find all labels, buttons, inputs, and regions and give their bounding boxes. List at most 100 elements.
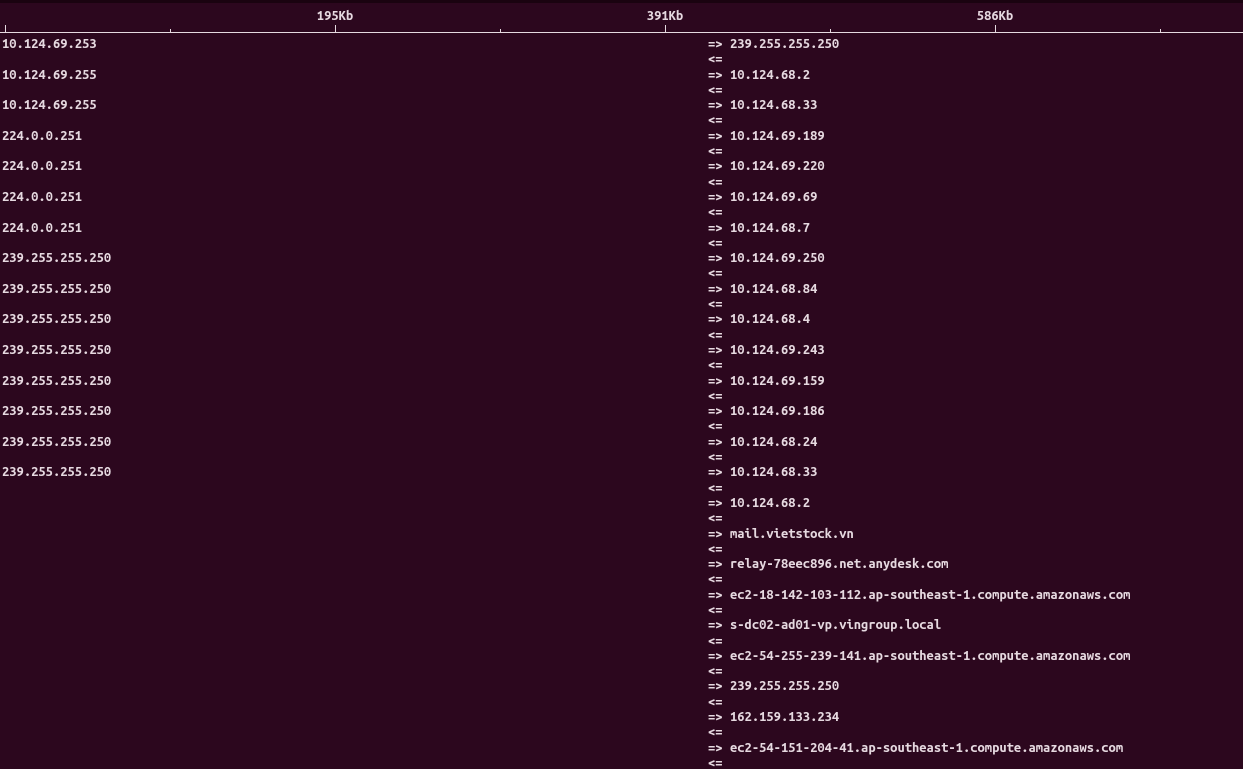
arrow-out-icon: => bbox=[708, 190, 730, 205]
arrow-out-icon: => bbox=[708, 527, 730, 542]
connection-row: 239.255.255.250=>10.124.68.33 bbox=[0, 465, 1243, 480]
source-host: 239.255.255.250 bbox=[0, 465, 708, 480]
connection-row: =>ec2-18-142-103-112.ap-southeast-1.comp… bbox=[0, 588, 1243, 603]
destination-host: s-dc02-ad01-vp.vingroup.local bbox=[730, 618, 1243, 633]
destination-host: 10.124.68.84 bbox=[730, 282, 1243, 297]
arrow-in-icon: <= bbox=[708, 266, 730, 281]
destination-host: 10.124.68.4 bbox=[730, 312, 1243, 327]
destination-host: 10.124.68.24 bbox=[730, 435, 1243, 450]
arrow-in-icon: <= bbox=[708, 328, 730, 343]
terminal-window: { "scale": { "ticks": [ { "pos": 5, "lab… bbox=[0, 0, 1243, 769]
connection-row-back: <= bbox=[0, 297, 1243, 312]
connection-row: =>ec2-54-255-239-141.ap-southeast-1.comp… bbox=[0, 649, 1243, 664]
arrow-out-icon: => bbox=[708, 37, 730, 52]
arrow-out-icon: => bbox=[708, 465, 730, 480]
source-host: 239.255.255.250 bbox=[0, 343, 708, 358]
source-host-blank bbox=[0, 297, 708, 312]
connection-row: 239.255.255.250=>10.124.69.159 bbox=[0, 374, 1243, 389]
connection-row-back: <= bbox=[0, 205, 1243, 220]
source-host-blank bbox=[0, 52, 708, 67]
connection-row: =>relay-78eec896.net.anydesk.com bbox=[0, 557, 1243, 572]
source-host-blank bbox=[0, 266, 708, 281]
arrow-out-icon: => bbox=[708, 679, 730, 694]
source-host: 239.255.255.250 bbox=[0, 404, 708, 419]
destination-host: 162.159.133.234 bbox=[730, 710, 1243, 725]
source-host bbox=[0, 588, 708, 603]
destination-host: 10.124.69.250 bbox=[730, 251, 1243, 266]
arrow-in-icon: <= bbox=[708, 603, 730, 618]
connection-row-back: <= bbox=[0, 725, 1243, 740]
connection-row: =>162.159.133.234 bbox=[0, 710, 1243, 725]
arrow-in-icon: <= bbox=[708, 389, 730, 404]
connection-row-back: <= bbox=[0, 266, 1243, 281]
destination-host: 10.124.69.186 bbox=[730, 404, 1243, 419]
source-host-blank bbox=[0, 481, 708, 496]
scale-tick bbox=[665, 25, 666, 33]
source-host bbox=[0, 649, 708, 664]
destination-host-blank bbox=[730, 695, 1243, 710]
source-host-blank bbox=[0, 175, 708, 190]
source-host: 224.0.0.251 bbox=[0, 159, 708, 174]
source-host-blank bbox=[0, 419, 708, 434]
destination-host: 10.124.69.189 bbox=[730, 129, 1243, 144]
source-host: 10.124.69.255 bbox=[0, 98, 708, 113]
scale-tick bbox=[170, 29, 171, 33]
destination-host: 10.124.69.220 bbox=[730, 159, 1243, 174]
connection-row: =>mail.vietstock.vn bbox=[0, 527, 1243, 542]
arrow-out-icon: => bbox=[708, 710, 730, 725]
arrow-out-icon: => bbox=[708, 282, 730, 297]
destination-host: relay-78eec896.net.anydesk.com bbox=[730, 557, 1243, 572]
connection-row: 239.255.255.250=>10.124.68.4 bbox=[0, 312, 1243, 327]
connection-row: 239.255.255.250=>10.124.68.24 bbox=[0, 435, 1243, 450]
destination-host: 10.124.68.7 bbox=[730, 221, 1243, 236]
arrow-out-icon: => bbox=[708, 374, 730, 389]
scale-tick bbox=[335, 25, 336, 33]
source-host-blank bbox=[0, 572, 708, 587]
arrow-in-icon: <= bbox=[708, 205, 730, 220]
destination-host: ec2-54-255-239-141.ap-southeast-1.comput… bbox=[730, 649, 1243, 664]
connection-row: 10.124.69.255=>10.124.68.33 bbox=[0, 98, 1243, 113]
connection-row: 239.255.255.250=>10.124.69.243 bbox=[0, 343, 1243, 358]
arrow-out-icon: => bbox=[708, 68, 730, 83]
destination-host-blank bbox=[730, 664, 1243, 679]
source-host-blank bbox=[0, 358, 708, 373]
scale-label: 586Kb bbox=[977, 9, 1013, 23]
connection-row-back: <= bbox=[0, 83, 1243, 98]
arrow-in-icon: <= bbox=[708, 236, 730, 251]
scale-tick bbox=[830, 29, 831, 33]
source-host: 239.255.255.250 bbox=[0, 282, 708, 297]
destination-host-blank bbox=[730, 450, 1243, 465]
arrow-in-icon: <= bbox=[708, 725, 730, 740]
source-host-blank bbox=[0, 144, 708, 159]
arrow-out-icon: => bbox=[708, 557, 730, 572]
source-host bbox=[0, 679, 708, 694]
source-host: 10.124.69.253 bbox=[0, 37, 708, 52]
source-host-blank bbox=[0, 83, 708, 98]
destination-host: 10.124.68.33 bbox=[730, 465, 1243, 480]
connection-row-back: <= bbox=[0, 419, 1243, 434]
source-host bbox=[0, 710, 708, 725]
arrow-out-icon: => bbox=[708, 496, 730, 511]
connection-row-back: <= bbox=[0, 328, 1243, 343]
source-host-blank bbox=[0, 236, 708, 251]
scale-tick bbox=[995, 25, 996, 33]
connection-row-back: <= bbox=[0, 511, 1243, 526]
arrow-out-icon: => bbox=[708, 343, 730, 358]
connection-row: 224.0.0.251=>10.124.69.69 bbox=[0, 190, 1243, 205]
connection-row-back: <= bbox=[0, 603, 1243, 618]
connection-row-back: <= bbox=[0, 542, 1243, 557]
scale-label: 195Kb bbox=[317, 9, 353, 23]
scale-tick bbox=[5, 25, 6, 33]
arrow-in-icon: <= bbox=[708, 144, 730, 159]
source-host-blank bbox=[0, 634, 708, 649]
destination-host-blank bbox=[730, 266, 1243, 281]
source-host-blank bbox=[0, 205, 708, 220]
source-host: 239.255.255.250 bbox=[0, 312, 708, 327]
arrow-out-icon: => bbox=[708, 741, 730, 756]
connection-list: 10.124.69.253=>239.255.255.250<=10.124.6… bbox=[0, 33, 1243, 769]
destination-host-blank bbox=[730, 481, 1243, 496]
connection-row-back: <= bbox=[0, 175, 1243, 190]
destination-host-blank bbox=[730, 328, 1243, 343]
source-host bbox=[0, 557, 708, 572]
arrow-in-icon: <= bbox=[708, 695, 730, 710]
